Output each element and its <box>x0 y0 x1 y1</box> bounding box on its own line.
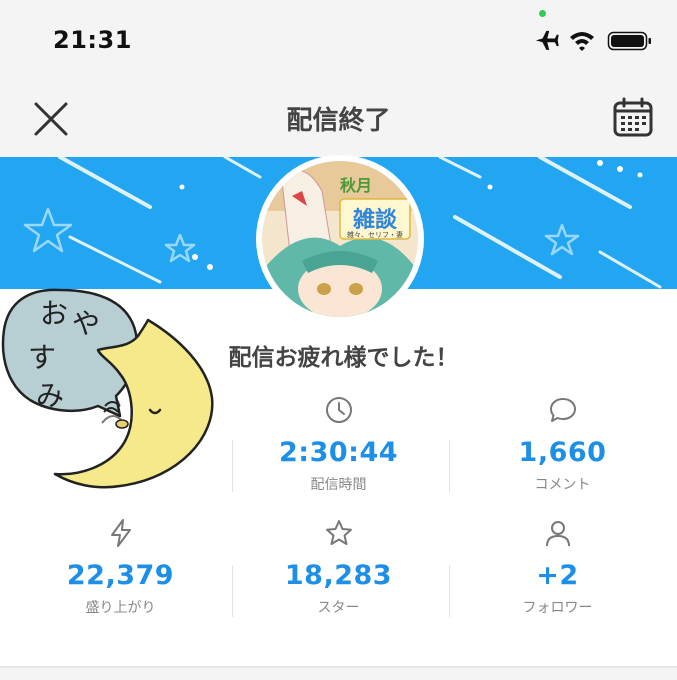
wifi-icon <box>570 32 594 51</box>
stat-label: スター <box>317 600 360 616</box>
bolt-icon <box>110 519 131 547</box>
stat-divider <box>449 565 450 617</box>
stat-stars: 18,283 スター <box>226 518 451 617</box>
avatar[interactable]: 雑談 秋月 雑々、セリフ・妻 <box>256 155 424 323</box>
mic-indicator-dot <box>539 10 546 17</box>
stat-value: 18,283 <box>284 560 393 591</box>
stat-duration: 2:30:44 配信時間 <box>226 395 451 494</box>
avatar-illustration: 雑談 秋月 雑々、セリフ・妻 <box>262 161 418 317</box>
avatar-text-top: 秋月 <box>340 176 372 195</box>
stat-excitement: 22,379 盛り上がり <box>8 518 233 617</box>
star-icon <box>325 520 352 545</box>
comment-icon <box>549 398 576 422</box>
stat-divider <box>449 440 450 492</box>
stat-label: 配信時間 <box>310 477 367 493</box>
status-time: 21:31 <box>53 26 132 54</box>
stat-label: フォロワー <box>522 600 593 616</box>
stat-value: 2:30:44 <box>278 437 399 468</box>
clock-icon <box>325 397 352 423</box>
stat-label: コメント <box>534 477 591 493</box>
status-icons <box>535 30 651 51</box>
stat-followers: +2 フォロワー <box>445 518 670 617</box>
stat-value: 22,379 <box>66 560 175 591</box>
battery-icon <box>607 31 651 51</box>
stat-comments: 1,660 コメント <box>450 395 675 494</box>
avatar-image: 雑談 秋月 雑々、セリフ・妻 <box>262 161 418 317</box>
stat-value: +2 <box>536 560 579 591</box>
status-bar: 21:31 <box>0 0 677 80</box>
airplane-icon <box>535 30 559 50</box>
stat-divider <box>232 440 233 492</box>
calendar-icon[interactable] <box>612 97 654 139</box>
stat-value: 1,660 <box>518 437 607 468</box>
person-icon <box>545 521 570 547</box>
bottom-area <box>0 668 677 680</box>
stat-divider <box>232 565 233 617</box>
moon-sticker <box>1 288 214 489</box>
page-title: 配信終了 <box>286 106 391 136</box>
avatar-text-sub: 雑々、セリフ・妻 <box>347 230 403 239</box>
nav-bar: 配信終了 <box>0 80 677 157</box>
stat-label: 盛り上がり <box>85 600 156 616</box>
avatar-text-main: 雑談 <box>352 207 398 233</box>
